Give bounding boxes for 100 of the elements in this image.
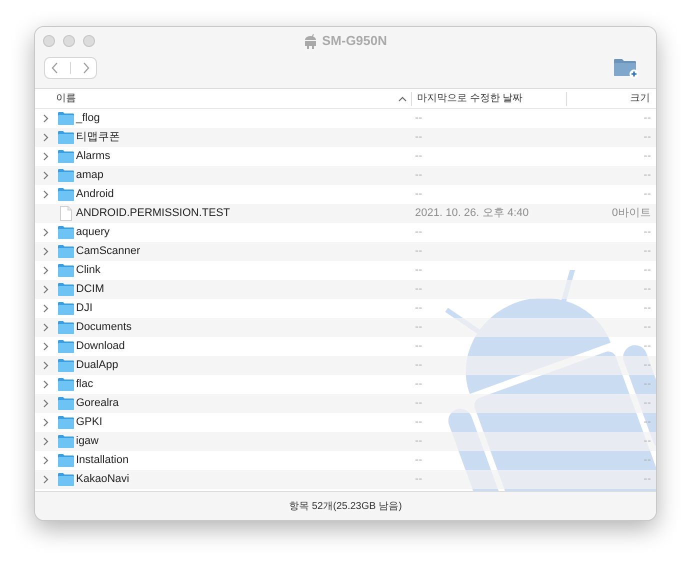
sort-ascending-icon[interactable]	[398, 96, 407, 102]
file-name: GPKI	[76, 415, 104, 430]
disclosure-chevron-icon[interactable]	[42, 437, 48, 446]
file-size: --	[642, 301, 652, 316]
file-name: aquery	[76, 225, 111, 240]
file-name: flac	[76, 377, 94, 392]
file-size: --	[642, 396, 652, 412]
modified-date: --	[414, 168, 424, 184]
folder-icon	[58, 416, 74, 429]
folder-icon	[58, 283, 74, 296]
folder-icon	[58, 264, 74, 277]
file-name: Documents	[76, 320, 133, 336]
file-size: --	[642, 225, 652, 240]
column-header[interactable]: 크기	[567, 91, 656, 106]
disclosure-chevron-icon[interactable]	[42, 380, 48, 389]
disclosure-chevron-icon[interactable]	[42, 361, 48, 370]
new-folder-icon[interactable]	[613, 57, 639, 79]
file-row[interactable]: amap -- --	[35, 166, 656, 185]
disclosure-chevron-icon[interactable]	[42, 342, 48, 351]
file-name: DJI	[76, 301, 94, 316]
file-size: --	[642, 111, 652, 126]
file-row[interactable]: Gorealra -- --	[35, 394, 656, 413]
file-row[interactable]: Android -- --	[35, 185, 656, 204]
file-size: --	[642, 453, 652, 468]
file-row[interactable]: Alarms -- --	[35, 147, 656, 166]
file-row[interactable]: DualApp -- --	[35, 356, 656, 375]
disclosure-chevron-icon[interactable]	[42, 418, 48, 427]
disclosure-chevron-icon[interactable]	[42, 304, 48, 313]
folder-icon	[58, 340, 74, 353]
file-row[interactable]: Documents -- --	[35, 318, 656, 337]
disclosure-chevron-icon[interactable]	[42, 247, 48, 256]
file-name: DualApp	[76, 358, 120, 374]
file-name: Download	[76, 339, 126, 354]
file-size: --	[642, 263, 652, 278]
folder-icon	[58, 397, 74, 410]
modified-date: --	[414, 149, 424, 164]
file-row[interactable]: igaw -- --	[35, 432, 656, 451]
file-size: --	[642, 244, 652, 260]
modified-date: --	[414, 339, 424, 354]
file-row[interactable]: ANDROID.PERMISSION.TEST 2021. 10. 26. 오후 4:40 0바이트	[35, 204, 656, 223]
file-size: --	[642, 149, 652, 164]
file-name: Android	[76, 187, 115, 202]
modified-date: --	[414, 130, 424, 146]
file-row[interactable]: DCIM -- --	[35, 280, 656, 299]
disclosure-chevron-icon[interactable]	[42, 133, 48, 142]
disclosure-chevron-icon[interactable]	[42, 228, 48, 237]
folder-icon	[58, 302, 74, 315]
disclosure-chevron-icon[interactable]	[42, 171, 48, 180]
file-name: KakaoNavi	[76, 472, 130, 488]
modified-date: --	[414, 434, 424, 450]
disclosure-chevron-icon[interactable]	[42, 475, 48, 484]
file-size: --	[642, 168, 652, 184]
file-size: --	[642, 434, 652, 450]
disclosure-chevron-icon[interactable]	[42, 114, 48, 123]
file-name: 티맵쿠폰	[76, 130, 121, 146]
folder-icon	[58, 454, 74, 467]
modified-date: --	[414, 263, 424, 278]
file-row[interactable]: Download -- --	[35, 337, 656, 356]
file-row[interactable]: aquery -- --	[35, 223, 656, 242]
column-header[interactable]: 마지막으로 수정한 날짜	[412, 91, 566, 106]
window-title: SM-G950N	[322, 32, 388, 50]
file-row[interactable]: Installation -- --	[35, 451, 656, 470]
file-name: _flog	[76, 111, 101, 126]
file-row[interactable]: CamScanner -- --	[35, 242, 656, 261]
disclosure-chevron-icon[interactable]	[42, 399, 48, 408]
file-row[interactable]: 티맵쿠폰 -- --	[35, 128, 656, 147]
file-row[interactable]: GPKI -- --	[35, 413, 656, 432]
disclosure-chevron-icon[interactable]	[42, 190, 48, 199]
column-header[interactable]: 이름	[56, 91, 76, 106]
file-size: 0바이트	[610, 206, 652, 222]
disclosure-chevron-icon[interactable]	[42, 456, 48, 465]
folder-icon	[58, 226, 74, 239]
modified-date: --	[414, 377, 424, 392]
file-name: igaw	[76, 434, 100, 450]
file-size: --	[642, 472, 652, 488]
modified-date: 2021. 10. 26. 오후 4:40	[414, 206, 530, 222]
file-size: --	[642, 320, 652, 336]
back-forward-control[interactable]	[44, 57, 97, 79]
file-row[interactable]: DJI -- --	[35, 299, 656, 318]
disclosure-chevron-icon[interactable]	[42, 152, 48, 161]
folder-icon	[58, 169, 74, 182]
disclosure-chevron-icon[interactable]	[42, 323, 48, 332]
modified-date: --	[414, 282, 424, 298]
disclosure-chevron-icon[interactable]	[42, 266, 48, 275]
folder-icon	[58, 245, 74, 258]
disclosure-chevron-icon[interactable]	[42, 285, 48, 294]
forward-icon[interactable]	[82, 62, 90, 74]
modified-date: --	[414, 111, 424, 126]
modified-date: --	[414, 225, 424, 240]
modified-date: --	[414, 453, 424, 468]
folder-icon	[58, 378, 74, 391]
file-row[interactable]: KakaoNavi -- --	[35, 470, 656, 489]
back-icon[interactable]	[50, 62, 59, 74]
file-row[interactable]: Clink -- --	[35, 261, 656, 280]
folder-icon	[58, 188, 74, 201]
modified-date: --	[414, 415, 424, 430]
modified-date: --	[414, 244, 424, 260]
modified-date: --	[414, 472, 424, 488]
file-row[interactable]: _flog -- --	[35, 109, 656, 128]
file-row[interactable]: flac -- --	[35, 375, 656, 394]
